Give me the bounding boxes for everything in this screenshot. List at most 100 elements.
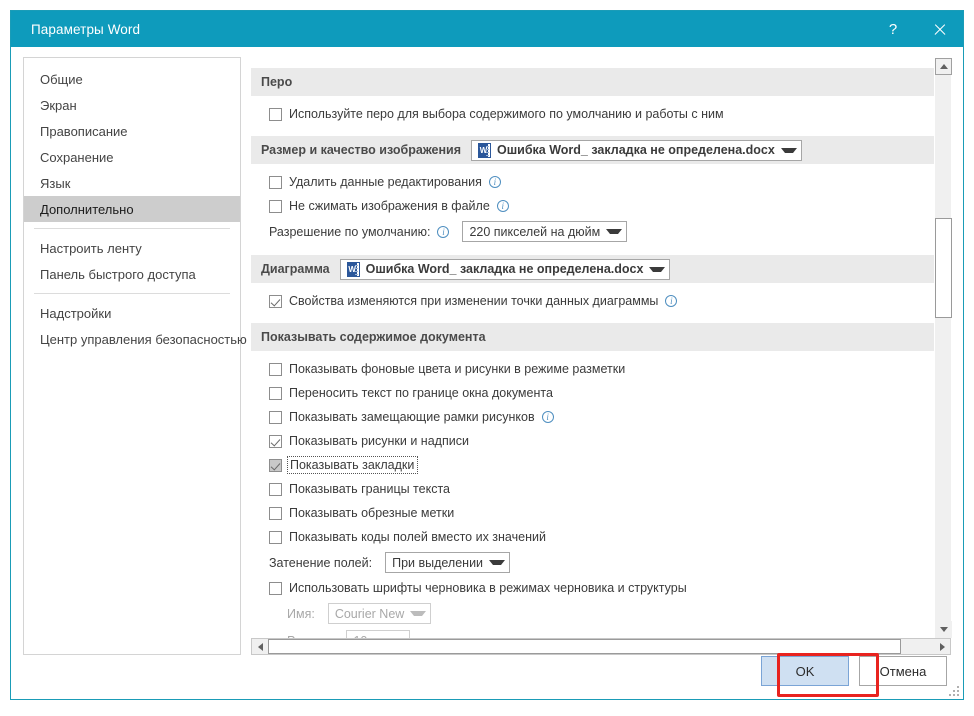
sidebar-item-правописание[interactable]: Правописание (24, 118, 240, 144)
checkbox-label[interactable]: Переносить текст по границе окна докумен… (289, 386, 553, 400)
close-button[interactable] (915, 11, 963, 47)
combobox-value: Courier New (335, 607, 404, 621)
spacer (251, 245, 934, 255)
option-checkbox-row: Показывать замещающие рамки рисунков i (251, 405, 934, 429)
sidebar-item-язык[interactable]: Язык (24, 170, 240, 196)
spacer (251, 313, 934, 323)
combobox-value: Ошибка Word_ закладка не определена.docx (366, 262, 644, 276)
checkbox-label[interactable]: Свойства изменяются при изменении точки … (289, 294, 658, 308)
label-wrapper: Показывать рисунки и надписи (289, 434, 469, 448)
checkbox[interactable] (269, 483, 282, 496)
sidebar-item-центр-управления-безопасностью[interactable]: Центр управления безопасностью (24, 326, 240, 352)
checkbox[interactable] (269, 200, 282, 213)
label-wrapper: Удалить данные редактирования (289, 175, 482, 189)
section-header-label: Размер и качество изображения (261, 143, 461, 157)
checkbox-label[interactable]: Показывать замещающие рамки рисунков (289, 410, 535, 424)
content-scroll-inner: Учитывать пробелы i Настройка... ПероИсп… (251, 58, 934, 638)
combo-label: Разрешение по умолчанию: (269, 225, 430, 239)
vertical-scrollbar-thumb[interactable] (935, 218, 952, 318)
checkbox[interactable] (269, 507, 282, 520)
sidebar-item-экран[interactable]: Экран (24, 92, 240, 118)
checkbox[interactable] (269, 435, 282, 448)
ok-button[interactable]: OK (761, 656, 849, 686)
section-header: ДиаграммаОшибка Word_ закладка не опреде… (251, 255, 934, 283)
section-document-combobox[interactable]: Ошибка Word_ закладка не определена.docx (471, 140, 802, 161)
checkbox-label[interactable]: Используйте перо для выбора содержимого … (289, 107, 724, 121)
info-icon[interactable]: i (542, 411, 554, 423)
label-wrapper: Не сжимать изображения в файле (289, 199, 490, 213)
section-header: Показывать содержимое документа (251, 323, 934, 351)
section-header-label: Показывать содержимое документа (261, 330, 486, 344)
label-wrapper: Показывать замещающие рамки рисунков (289, 410, 535, 424)
checkbox-label[interactable]: Показывать обрезные метки (289, 506, 454, 520)
sidebar-item-надстройки[interactable]: Надстройки (24, 300, 240, 326)
checkbox-label[interactable]: Показывать закладки (290, 458, 414, 472)
checkbox-label[interactable]: Показывать коды полей вместо их значений (289, 530, 546, 544)
scroll-up-button[interactable] (935, 58, 952, 75)
label-wrapper: Используйте перо для выбора содержимого … (289, 107, 724, 121)
chevron-down-icon (606, 229, 622, 234)
info-icon[interactable]: i (437, 226, 449, 238)
vertical-scrollbar[interactable] (934, 58, 951, 638)
option-checkbox-row: Показывать закладки (251, 453, 934, 477)
option-combo-row: Размер:10 (251, 627, 934, 638)
sidebar-separator (34, 228, 230, 229)
option-combo-row: Затенение полей: При выделении (251, 549, 934, 576)
chevron-up-icon (940, 64, 948, 69)
info-icon[interactable]: i (489, 176, 501, 188)
combobox-value: 220 пикселей на дюйм (469, 225, 600, 239)
checkbox[interactable] (269, 108, 282, 121)
cancel-button[interactable]: Отмена (859, 656, 947, 686)
screenshot-root: Параметры Word ? ОбщиеЭкранПравописаниеС… (0, 0, 974, 716)
checkbox[interactable] (269, 531, 282, 544)
combobox[interactable]: 220 пикселей на дюйм (462, 221, 627, 242)
title-bar-buttons: ? (871, 11, 963, 47)
spacer (251, 58, 934, 68)
options-sidebar: ОбщиеЭкранПравописаниеСохранениеЯзыкДопо… (23, 57, 241, 655)
resize-grip[interactable] (948, 685, 959, 696)
chevron-down-icon (649, 267, 665, 272)
section-header-label: Перо (261, 75, 292, 89)
checkbox[interactable] (269, 295, 282, 308)
checkbox-label[interactable]: Показывать фоновые цвета и рисунки в реж… (289, 362, 625, 376)
scroll-down-button[interactable] (935, 621, 952, 638)
checkbox-label[interactable]: Показывать рисунки и надписи (289, 434, 469, 448)
checkbox-label[interactable]: Не сжимать изображения в файле (289, 199, 490, 213)
sidebar-item-сохранение[interactable]: Сохранение (24, 144, 240, 170)
chevron-down-icon (940, 627, 948, 632)
checkbox-label[interactable]: Использовать шрифты черновика в режимах … (289, 581, 687, 595)
info-icon[interactable]: i (665, 295, 677, 307)
checkbox[interactable] (269, 363, 282, 376)
combo-label: Затенение полей: (269, 556, 372, 570)
sidebar-item-дополнительно[interactable]: Дополнительно (24, 196, 240, 222)
label-wrapper: Показывать коды полей вместо их значений (289, 530, 546, 544)
word-options-dialog: Параметры Word ? ОбщиеЭкранПравописаниеС… (10, 10, 964, 700)
checkbox[interactable] (269, 387, 282, 400)
chevron-down-icon (410, 611, 426, 616)
combo-label: Имя: (287, 607, 315, 621)
content-frame: Учитывать пробелы i Настройка... ПероИсп… (251, 57, 951, 638)
option-checkbox-row: Удалить данные редактирования i (251, 170, 934, 194)
info-icon[interactable]: i (497, 200, 509, 212)
checkbox[interactable] (269, 459, 282, 472)
checkbox[interactable] (269, 582, 282, 595)
combobox-value: Ошибка Word_ закладка не определена.docx (497, 143, 775, 157)
option-checkbox-row: Использовать шрифты черновика в режимах … (251, 576, 934, 600)
option-checkbox-row: Используйте перо для выбора содержимого … (251, 102, 934, 126)
sidebar-item-общие[interactable]: Общие (24, 66, 240, 92)
label-wrapper: Переносить текст по границе окна докумен… (289, 386, 553, 400)
label-wrapper: Показывать обрезные метки (289, 506, 454, 520)
sidebar-item-настроить-ленту[interactable]: Настроить ленту (24, 235, 240, 261)
word-doc-icon (347, 262, 360, 277)
checkbox[interactable] (269, 176, 282, 189)
help-button[interactable]: ? (871, 11, 915, 47)
checkbox[interactable] (269, 411, 282, 424)
label-wrapper: Использовать шрифты черновика в режимах … (289, 581, 687, 595)
checkbox-label[interactable]: Удалить данные редактирования (289, 175, 482, 189)
sidebar-item-панель-быстрого-доступа[interactable]: Панель быстрого доступа (24, 261, 240, 287)
label-wrapper: Показывать фоновые цвета и рисунки в реж… (289, 362, 625, 376)
combobox: Courier New (328, 603, 431, 624)
checkbox-label[interactable]: Показывать границы текста (289, 482, 450, 496)
combobox[interactable]: При выделении (385, 552, 510, 573)
section-document-combobox[interactable]: Ошибка Word_ закладка не определена.docx (340, 259, 671, 280)
